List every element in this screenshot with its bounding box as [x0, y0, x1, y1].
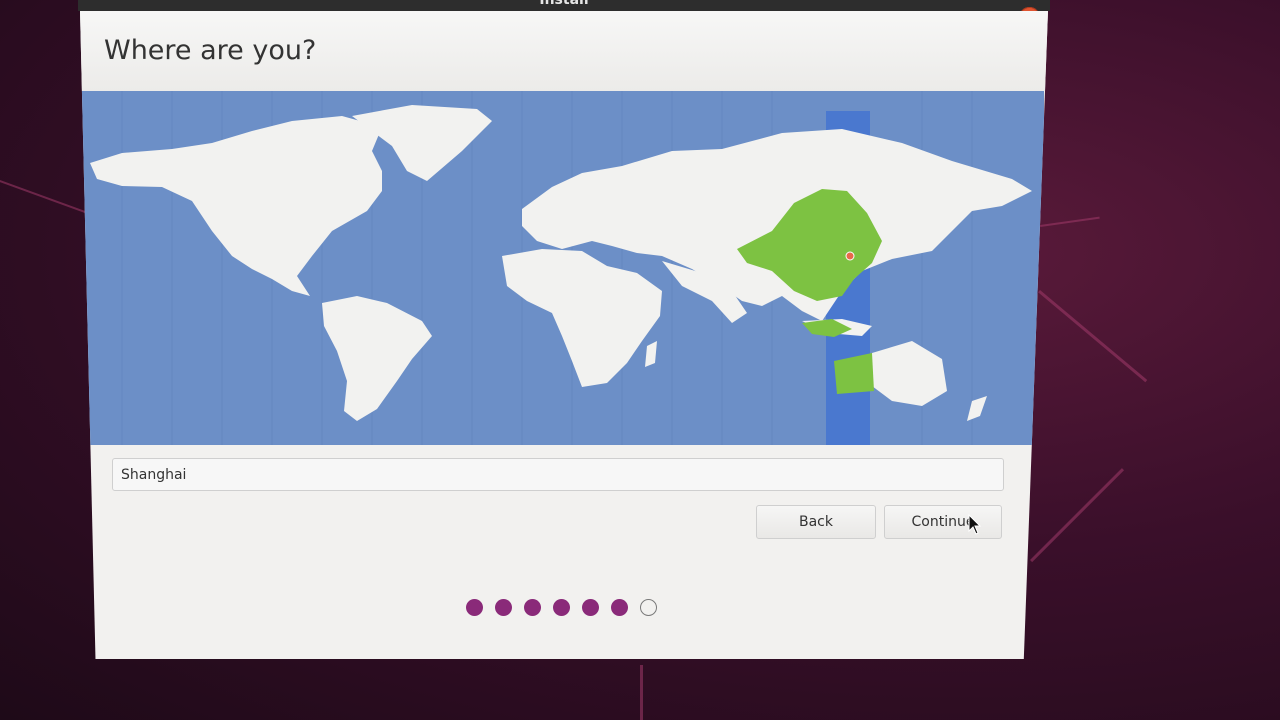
- step-dot-current: [611, 599, 628, 616]
- step-dot-completed: [495, 599, 512, 616]
- header: Where are you?: [80, 11, 1048, 91]
- mouse-cursor-icon: [968, 514, 982, 535]
- wallpaper-line: [640, 665, 643, 720]
- world-map-svg[interactable]: [82, 91, 1044, 445]
- wallpaper-line: [1040, 216, 1100, 227]
- window-title: Install: [539, 0, 589, 8]
- location-field[interactable]: [112, 458, 1004, 491]
- continue-button[interactable]: Continue: [884, 505, 1002, 539]
- back-button[interactable]: Back: [756, 505, 876, 539]
- timezone-map[interactable]: [82, 91, 1044, 445]
- page-title: Where are you?: [104, 35, 317, 66]
- wallpaper-line: [1030, 468, 1125, 563]
- step-dot-completed: [524, 599, 541, 616]
- step-progress: [466, 599, 657, 616]
- location-pin-icon[interactable]: [845, 251, 855, 261]
- step-dot-completed: [466, 599, 483, 616]
- step-dot-completed: [582, 599, 599, 616]
- window-titlebar[interactable]: Install: [78, 0, 1050, 11]
- installer-window: Where are you? Shanghai Back Continue: [80, 11, 1048, 659]
- wallpaper-line: [1038, 290, 1148, 383]
- step-dot-pending: [640, 599, 657, 616]
- step-dot-completed: [553, 599, 570, 616]
